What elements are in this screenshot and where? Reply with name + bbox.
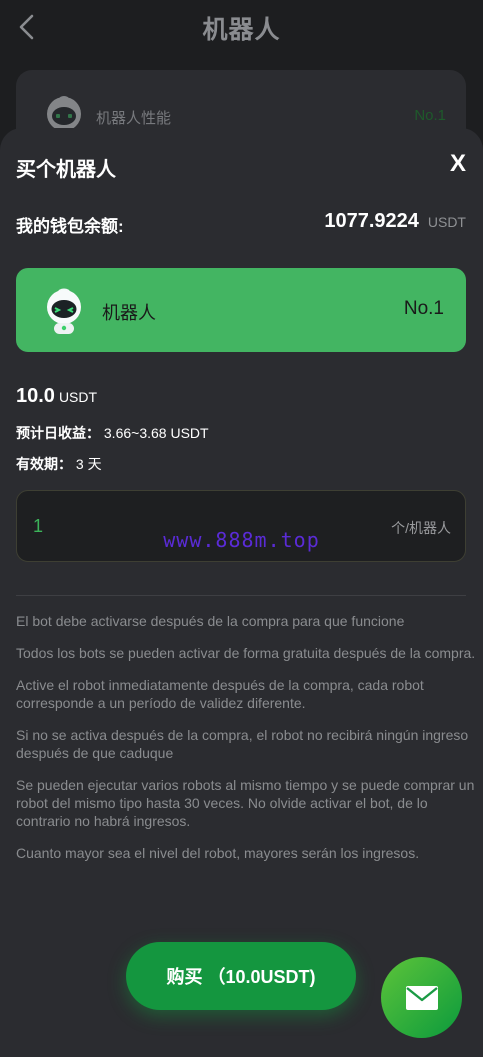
daily-income-label: 预计日收益： xyxy=(16,425,100,441)
note-item: Todos los bots se pueden activar de form… xyxy=(16,645,476,661)
wallet-balance: 1077.9224 USDT xyxy=(324,210,466,233)
robot-name: 机器人 xyxy=(102,303,156,323)
robot-performance-label: 机器人性能 xyxy=(96,110,172,127)
buy-button[interactable]: 购买 （10.0USDT) xyxy=(126,942,356,1010)
mail-icon xyxy=(405,985,438,1010)
buy-robot-sheet: 买个机器人 X 我的钱包余额: 1077.9224 USDT 机器人 No.1 … xyxy=(0,128,483,1057)
note-item: Cuanto mayor sea el nivel del robot, may… xyxy=(16,845,420,861)
sheet-title: 买个机器人 xyxy=(16,159,116,181)
note-item: Active el robot inmediatamente después d… xyxy=(16,677,424,711)
purchase-notes: El bot debe activarse después de la comp… xyxy=(16,612,483,876)
robot-avatar-icon xyxy=(38,284,90,336)
watermark: www.888m.top xyxy=(163,528,320,552)
note-item: Se pueden ejecutar varios robots al mism… xyxy=(16,777,475,829)
robot-price: 10.0 USDT xyxy=(16,385,97,408)
note-item: El bot debe activarse después de la comp… xyxy=(16,613,405,629)
validity-value: 3 天 xyxy=(75,456,102,472)
price-value: 10.0 xyxy=(16,385,55,407)
wallet-balance-unit: USDT xyxy=(427,214,466,230)
robot-rank-label: No.1 xyxy=(414,107,446,124)
page-title: 机器人 xyxy=(202,16,281,44)
selected-robot-card[interactable]: 机器人 No.1 xyxy=(16,268,466,352)
price-unit: USDT xyxy=(58,389,98,405)
validity-line: 有效期： 3 天 xyxy=(16,454,102,474)
wallet-balance-amount: 1077.9224 xyxy=(324,210,419,232)
close-button[interactable]: X xyxy=(450,150,466,178)
top-bar: 机器人 xyxy=(0,0,483,56)
robot-rank: No.1 xyxy=(403,298,444,319)
validity-label: 有效期： xyxy=(16,456,72,472)
note-item: Si no se activa después de la compra, el… xyxy=(16,727,469,761)
divider xyxy=(16,595,466,596)
mail-button[interactable] xyxy=(381,957,462,1038)
wallet-balance-label: 我的钱包余额: xyxy=(16,217,124,236)
daily-income-line: 预计日收益： 3.66~3.68 USDT xyxy=(16,423,209,443)
daily-income-value: 3.66~3.68 USDT xyxy=(103,425,209,441)
